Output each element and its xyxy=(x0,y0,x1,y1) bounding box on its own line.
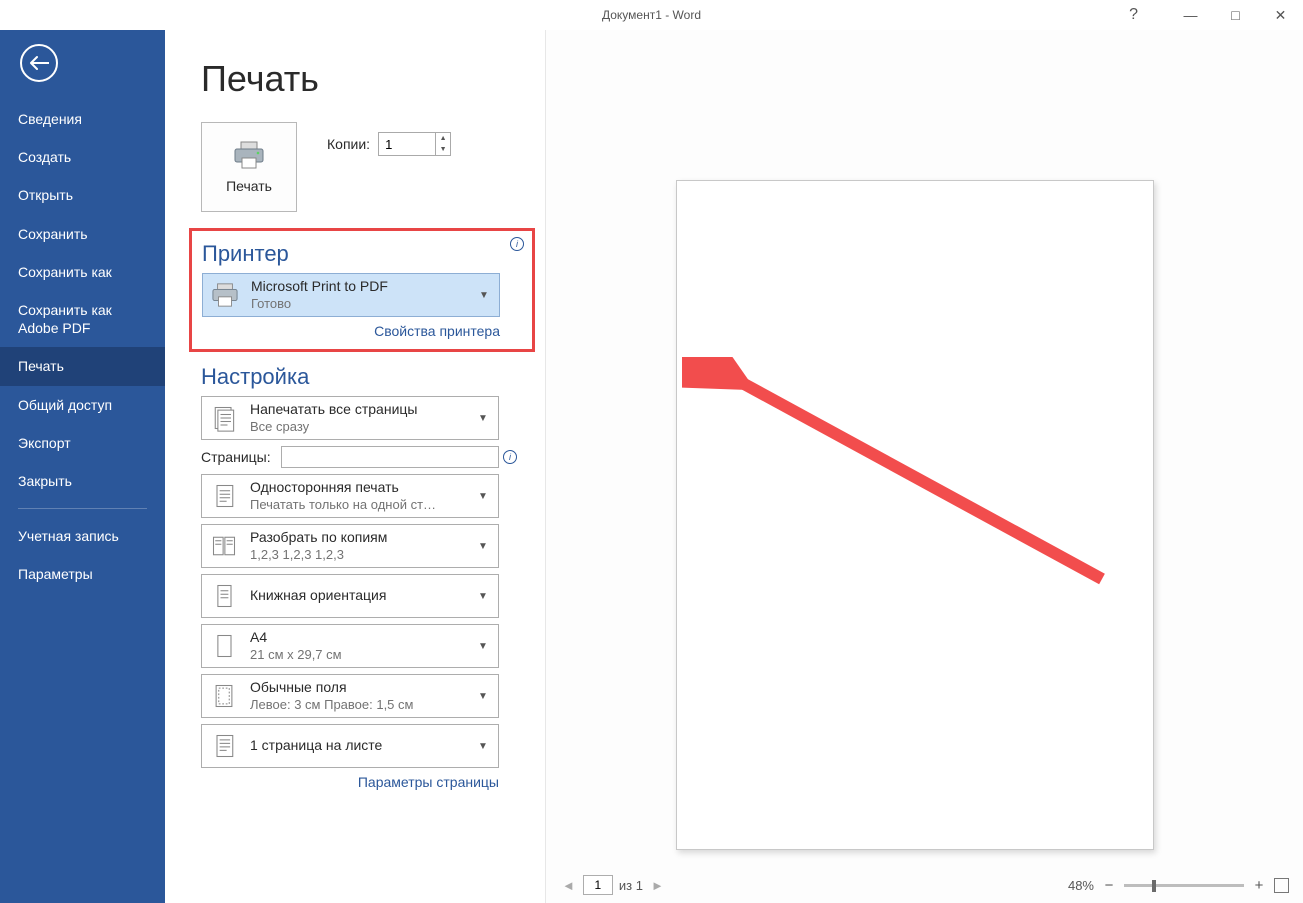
copies-label: Копии: xyxy=(327,136,370,152)
copies-down[interactable]: ▼ xyxy=(436,144,450,155)
zoom-out-button[interactable]: − xyxy=(1102,877,1116,894)
zoom-slider[interactable] xyxy=(1124,884,1244,887)
orientation-dropdown[interactable]: Книжная ориентация ▼ xyxy=(201,574,499,618)
margins-dropdown[interactable]: Обычные поля Левое: 3 см Правое: 1,5 см … xyxy=(201,674,499,718)
settings-section-title: Настройка xyxy=(201,364,545,390)
chevron-down-icon: ▼ xyxy=(474,741,492,752)
collate-sub: 1,2,3 1,2,3 1,2,3 xyxy=(250,547,474,563)
sides-dropdown[interactable]: Односторонняя печать Печатать только на … xyxy=(201,474,499,518)
sidebar-item-export[interactable]: Экспорт xyxy=(0,424,165,462)
titlebar: Документ1 - Word ? — □ ✕ xyxy=(0,0,1303,30)
printer-section-title: Принтер xyxy=(202,241,522,267)
paper-dropdown[interactable]: A4 21 см x 29,7 см ▼ xyxy=(201,624,499,668)
sidebar-item-saveas-pdf[interactable]: Сохранить как Adobe PDF xyxy=(0,291,165,347)
chevron-down-icon: ▼ xyxy=(474,641,492,652)
paper-sub: 21 см x 29,7 см xyxy=(250,647,474,663)
page-setup-link[interactable]: Параметры страницы xyxy=(201,774,499,790)
page-number-input[interactable] xyxy=(583,875,613,895)
printer-dropdown[interactable]: Microsoft Print to PDF Готово ▼ xyxy=(202,273,500,317)
help-icon[interactable]: ? xyxy=(1129,6,1138,24)
collate-title: Разобрать по копиям xyxy=(250,529,474,547)
chevron-down-icon: ▼ xyxy=(474,691,492,702)
margins-sub: Левое: 3 см Правое: 1,5 см xyxy=(250,697,474,713)
sidebar-separator xyxy=(18,508,147,509)
printer-section-highlight: i Принтер Microsoft Print to PDF Готово … xyxy=(189,228,535,352)
paper-size-icon xyxy=(208,630,240,662)
sidebar-item-print[interactable]: Печать xyxy=(0,347,165,385)
close-button[interactable]: ✕ xyxy=(1258,0,1303,30)
print-range-sub: Все сразу xyxy=(250,419,474,435)
sides-sub: Печатать только на одной ст… xyxy=(250,497,474,513)
minimize-button[interactable]: — xyxy=(1168,0,1213,30)
print-range-title: Напечатать все страницы xyxy=(250,401,474,419)
pages-input[interactable] xyxy=(281,446,499,468)
prev-page-button[interactable]: ◄ xyxy=(560,878,577,893)
sidebar-item-info[interactable]: Сведения xyxy=(0,100,165,138)
copies-up[interactable]: ▲ xyxy=(436,133,450,144)
maximize-button[interactable]: □ xyxy=(1213,0,1258,30)
backstage-sidebar: Сведения Создать Открыть Сохранить Сохра… xyxy=(0,30,165,903)
sides-title: Односторонняя печать xyxy=(250,479,474,497)
paper-title: A4 xyxy=(250,629,474,647)
portrait-icon xyxy=(208,580,240,612)
print-button[interactable]: Печать xyxy=(201,122,297,212)
sidebar-item-account[interactable]: Учетная запись xyxy=(0,517,165,555)
sidebar-item-save[interactable]: Сохранить xyxy=(0,215,165,253)
printer-name: Microsoft Print to PDF xyxy=(251,278,475,296)
zoom-label: 48% xyxy=(1068,878,1094,893)
window-controls: — □ ✕ xyxy=(1168,0,1303,30)
chevron-down-icon: ▼ xyxy=(474,413,492,424)
print-preview: ◄ из 1 ► 48% − + xyxy=(545,30,1303,903)
collate-dropdown[interactable]: Разобрать по копиям 1,2,3 1,2,3 1,2,3 ▼ xyxy=(201,524,499,568)
back-button[interactable] xyxy=(20,44,58,82)
printer-properties-link[interactable]: Свойства принтера xyxy=(202,323,500,339)
page-total-label: из 1 xyxy=(619,878,643,893)
single-sided-icon xyxy=(208,480,240,512)
pages-all-icon xyxy=(208,402,240,434)
chevron-down-icon: ▼ xyxy=(474,491,492,502)
pages-per-sheet-dropdown[interactable]: 1 страница на листе ▼ xyxy=(201,724,499,768)
sidebar-item-close[interactable]: Закрыть xyxy=(0,462,165,500)
copies-input[interactable] xyxy=(379,133,435,155)
preview-page xyxy=(676,180,1154,850)
chevron-down-icon: ▼ xyxy=(475,290,493,301)
sidebar-item-open[interactable]: Открыть xyxy=(0,176,165,214)
sidebar-item-share[interactable]: Общий доступ xyxy=(0,386,165,424)
next-page-button[interactable]: ► xyxy=(649,878,666,893)
info-icon[interactable]: i xyxy=(510,237,524,251)
chevron-down-icon: ▼ xyxy=(474,541,492,552)
pages-per-sheet-title: 1 страница на листе xyxy=(250,737,474,755)
print-range-dropdown[interactable]: Напечатать все страницы Все сразу ▼ xyxy=(201,396,499,440)
margins-title: Обычные поля xyxy=(250,679,474,697)
print-settings-panel: Печать Печать Копии: xyxy=(165,30,545,903)
zoom-fit-button[interactable] xyxy=(1274,878,1289,893)
printer-status: Готово xyxy=(251,296,475,312)
page-title: Печать xyxy=(201,58,545,100)
preview-footer: ◄ из 1 ► 48% − + xyxy=(546,875,1303,895)
sidebar-item-new[interactable]: Создать xyxy=(0,138,165,176)
window-title: Документ1 - Word xyxy=(602,8,701,22)
print-button-label: Печать xyxy=(226,178,272,194)
margins-icon xyxy=(208,680,240,712)
collate-icon xyxy=(208,530,240,562)
sidebar-item-saveas[interactable]: Сохранить как xyxy=(0,253,165,291)
chevron-down-icon: ▼ xyxy=(474,591,492,602)
info-icon[interactable]: i xyxy=(503,450,517,464)
sidebar-item-options[interactable]: Параметры xyxy=(0,555,165,593)
pages-label: Страницы: xyxy=(201,449,281,465)
zoom-in-button[interactable]: + xyxy=(1252,877,1266,894)
printer-icon xyxy=(231,140,267,170)
orientation-title: Книжная ориентация xyxy=(250,587,474,605)
pages-per-sheet-icon xyxy=(208,730,240,762)
arrow-left-icon xyxy=(29,55,49,71)
printer-device-icon xyxy=(209,279,241,311)
copies-spinner[interactable]: ▲ ▼ xyxy=(378,132,451,156)
